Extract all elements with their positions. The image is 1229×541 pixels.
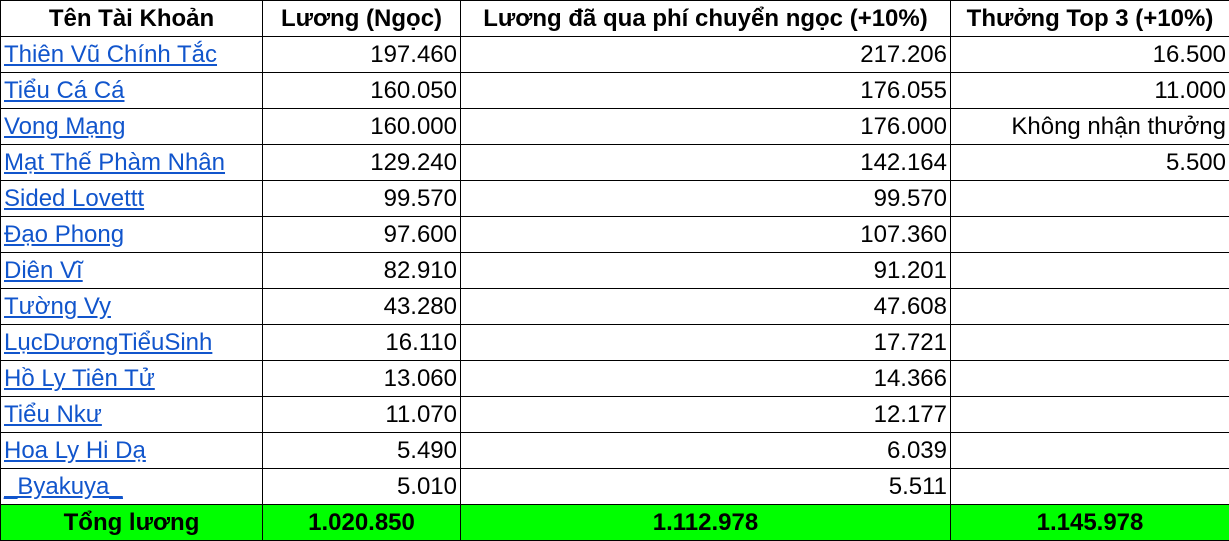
- account-cell[interactable]: Diên Vĩ: [0, 252, 263, 289]
- table-row: Đạo Phong 97.600 107.360: [0, 216, 1229, 253]
- header-after-fee: Lương đã qua phí chuyển ngọc (+10%): [460, 0, 951, 37]
- table-row: _Byakuya_ 5.010 5.511: [0, 468, 1229, 505]
- salary-cell[interactable]: 5.490: [262, 432, 461, 469]
- salary-cell[interactable]: 43.280: [262, 288, 461, 325]
- account-link[interactable]: Hồ Ly Tiên Tử: [4, 365, 155, 392]
- account-link[interactable]: Đạo Phong: [4, 221, 124, 248]
- salary-cell[interactable]: 82.910: [262, 252, 461, 289]
- total-row: Tổng lương 1.020.850 1.112.978 1.145.978: [0, 504, 1229, 541]
- account-cell[interactable]: LụcDươngTiểuSinh: [0, 324, 263, 361]
- account-link[interactable]: LụcDươngTiểuSinh: [4, 329, 212, 356]
- after-fee-cell[interactable]: 91.201: [460, 252, 951, 289]
- bonus-cell[interactable]: 11.000: [950, 72, 1229, 109]
- salary-cell[interactable]: 5.010: [262, 468, 461, 505]
- table-row: Diên Vĩ 82.910 91.201: [0, 252, 1229, 289]
- bonus-cell[interactable]: [950, 432, 1229, 469]
- bonus-cell[interactable]: [950, 468, 1229, 505]
- account-cell[interactable]: Tường Vy: [0, 288, 263, 325]
- table-row: Mạt Thế Phàm Nhân 129.240 142.164 5.500: [0, 144, 1229, 181]
- after-fee-cell[interactable]: 12.177: [460, 396, 951, 433]
- salary-cell[interactable]: 129.240: [262, 144, 461, 181]
- table-row: Sided Lovettt 99.570 99.570: [0, 180, 1229, 217]
- table-row: Vong Mạng 160.000 176.000 Không nhận thư…: [0, 108, 1229, 145]
- header-salary: Lương (Ngọc): [262, 0, 461, 37]
- table-row: Hồ Ly Tiên Tử 13.060 14.366: [0, 360, 1229, 397]
- account-link[interactable]: Sided Lovettt: [4, 185, 144, 212]
- salary-table: Tên Tài Khoản Lương (Ngọc) Lương đã qua …: [0, 0, 1229, 541]
- salary-cell[interactable]: 16.110: [262, 324, 461, 361]
- salary-cell[interactable]: 160.000: [262, 108, 461, 145]
- account-cell[interactable]: Mạt Thế Phàm Nhân: [0, 144, 263, 181]
- total-bonus[interactable]: 1.145.978: [950, 504, 1229, 541]
- bonus-cell[interactable]: [950, 288, 1229, 325]
- after-fee-cell[interactable]: 176.055: [460, 72, 951, 109]
- account-cell[interactable]: Tiểu Nkư: [0, 396, 263, 433]
- after-fee-cell[interactable]: 14.366: [460, 360, 951, 397]
- account-link[interactable]: Tiểu Cá Cá: [4, 77, 125, 104]
- account-cell[interactable]: Sided Lovettt: [0, 180, 263, 217]
- account-cell[interactable]: Hoa Ly Hi Dạ: [0, 432, 263, 469]
- header-row: Tên Tài Khoản Lương (Ngọc) Lương đã qua …: [0, 0, 1229, 37]
- table-row: Tiểu Nkư 11.070 12.177: [0, 396, 1229, 433]
- bonus-cell[interactable]: [950, 324, 1229, 361]
- account-link[interactable]: Tường Vy: [4, 293, 111, 320]
- salary-cell[interactable]: 197.460: [262, 36, 461, 73]
- table-row: Tường Vy 43.280 47.608: [0, 288, 1229, 325]
- table-row: Thiên Vũ Chính Tắc 197.460 217.206 16.50…: [0, 36, 1229, 73]
- salary-cell[interactable]: 160.050: [262, 72, 461, 109]
- bonus-cell[interactable]: Không nhận thưởng: [950, 108, 1229, 145]
- bonus-cell[interactable]: [950, 360, 1229, 397]
- header-account: Tên Tài Khoản: [0, 0, 263, 37]
- account-link[interactable]: Tiểu Nkư: [4, 401, 102, 428]
- after-fee-cell[interactable]: 5.511: [460, 468, 951, 505]
- account-cell[interactable]: Tiểu Cá Cá: [0, 72, 263, 109]
- after-fee-cell[interactable]: 176.000: [460, 108, 951, 145]
- total-after-fee[interactable]: 1.112.978: [460, 504, 951, 541]
- bonus-cell[interactable]: [950, 216, 1229, 253]
- account-link[interactable]: Diên Vĩ: [4, 257, 83, 284]
- bonus-cell[interactable]: 5.500: [950, 144, 1229, 181]
- bonus-cell[interactable]: [950, 180, 1229, 217]
- account-link[interactable]: _Byakuya_: [4, 473, 123, 500]
- after-fee-cell[interactable]: 99.570: [460, 180, 951, 217]
- bonus-cell[interactable]: [950, 252, 1229, 289]
- after-fee-cell[interactable]: 6.039: [460, 432, 951, 469]
- salary-cell[interactable]: 11.070: [262, 396, 461, 433]
- bonus-cell[interactable]: 16.500: [950, 36, 1229, 73]
- table-row: Hoa Ly Hi Dạ 5.490 6.039: [0, 432, 1229, 469]
- salary-cell[interactable]: 97.600: [262, 216, 461, 253]
- after-fee-cell[interactable]: 17.721: [460, 324, 951, 361]
- after-fee-cell[interactable]: 47.608: [460, 288, 951, 325]
- total-salary[interactable]: 1.020.850: [262, 504, 461, 541]
- after-fee-cell[interactable]: 107.360: [460, 216, 951, 253]
- after-fee-cell[interactable]: 142.164: [460, 144, 951, 181]
- account-cell[interactable]: Đạo Phong: [0, 216, 263, 253]
- salary-cell[interactable]: 13.060: [262, 360, 461, 397]
- account-cell[interactable]: _Byakuya_: [0, 468, 263, 505]
- account-link[interactable]: Thiên Vũ Chính Tắc: [4, 41, 217, 68]
- account-cell[interactable]: Thiên Vũ Chính Tắc: [0, 36, 263, 73]
- account-link[interactable]: Vong Mạng: [4, 113, 125, 140]
- account-cell[interactable]: Vong Mạng: [0, 108, 263, 145]
- bonus-cell[interactable]: [950, 396, 1229, 433]
- account-link[interactable]: Mạt Thế Phàm Nhân: [4, 149, 225, 176]
- table-row: Tiểu Cá Cá 160.050 176.055 11.000: [0, 72, 1229, 109]
- after-fee-cell[interactable]: 217.206: [460, 36, 951, 73]
- salary-cell[interactable]: 99.570: [262, 180, 461, 217]
- table-row: LụcDươngTiểuSinh 16.110 17.721: [0, 324, 1229, 361]
- account-cell[interactable]: Hồ Ly Tiên Tử: [0, 360, 263, 397]
- total-label[interactable]: Tổng lương: [0, 504, 263, 541]
- account-link[interactable]: Hoa Ly Hi Dạ: [4, 437, 146, 464]
- header-bonus: Thưởng Top 3 (+10%): [950, 0, 1229, 37]
